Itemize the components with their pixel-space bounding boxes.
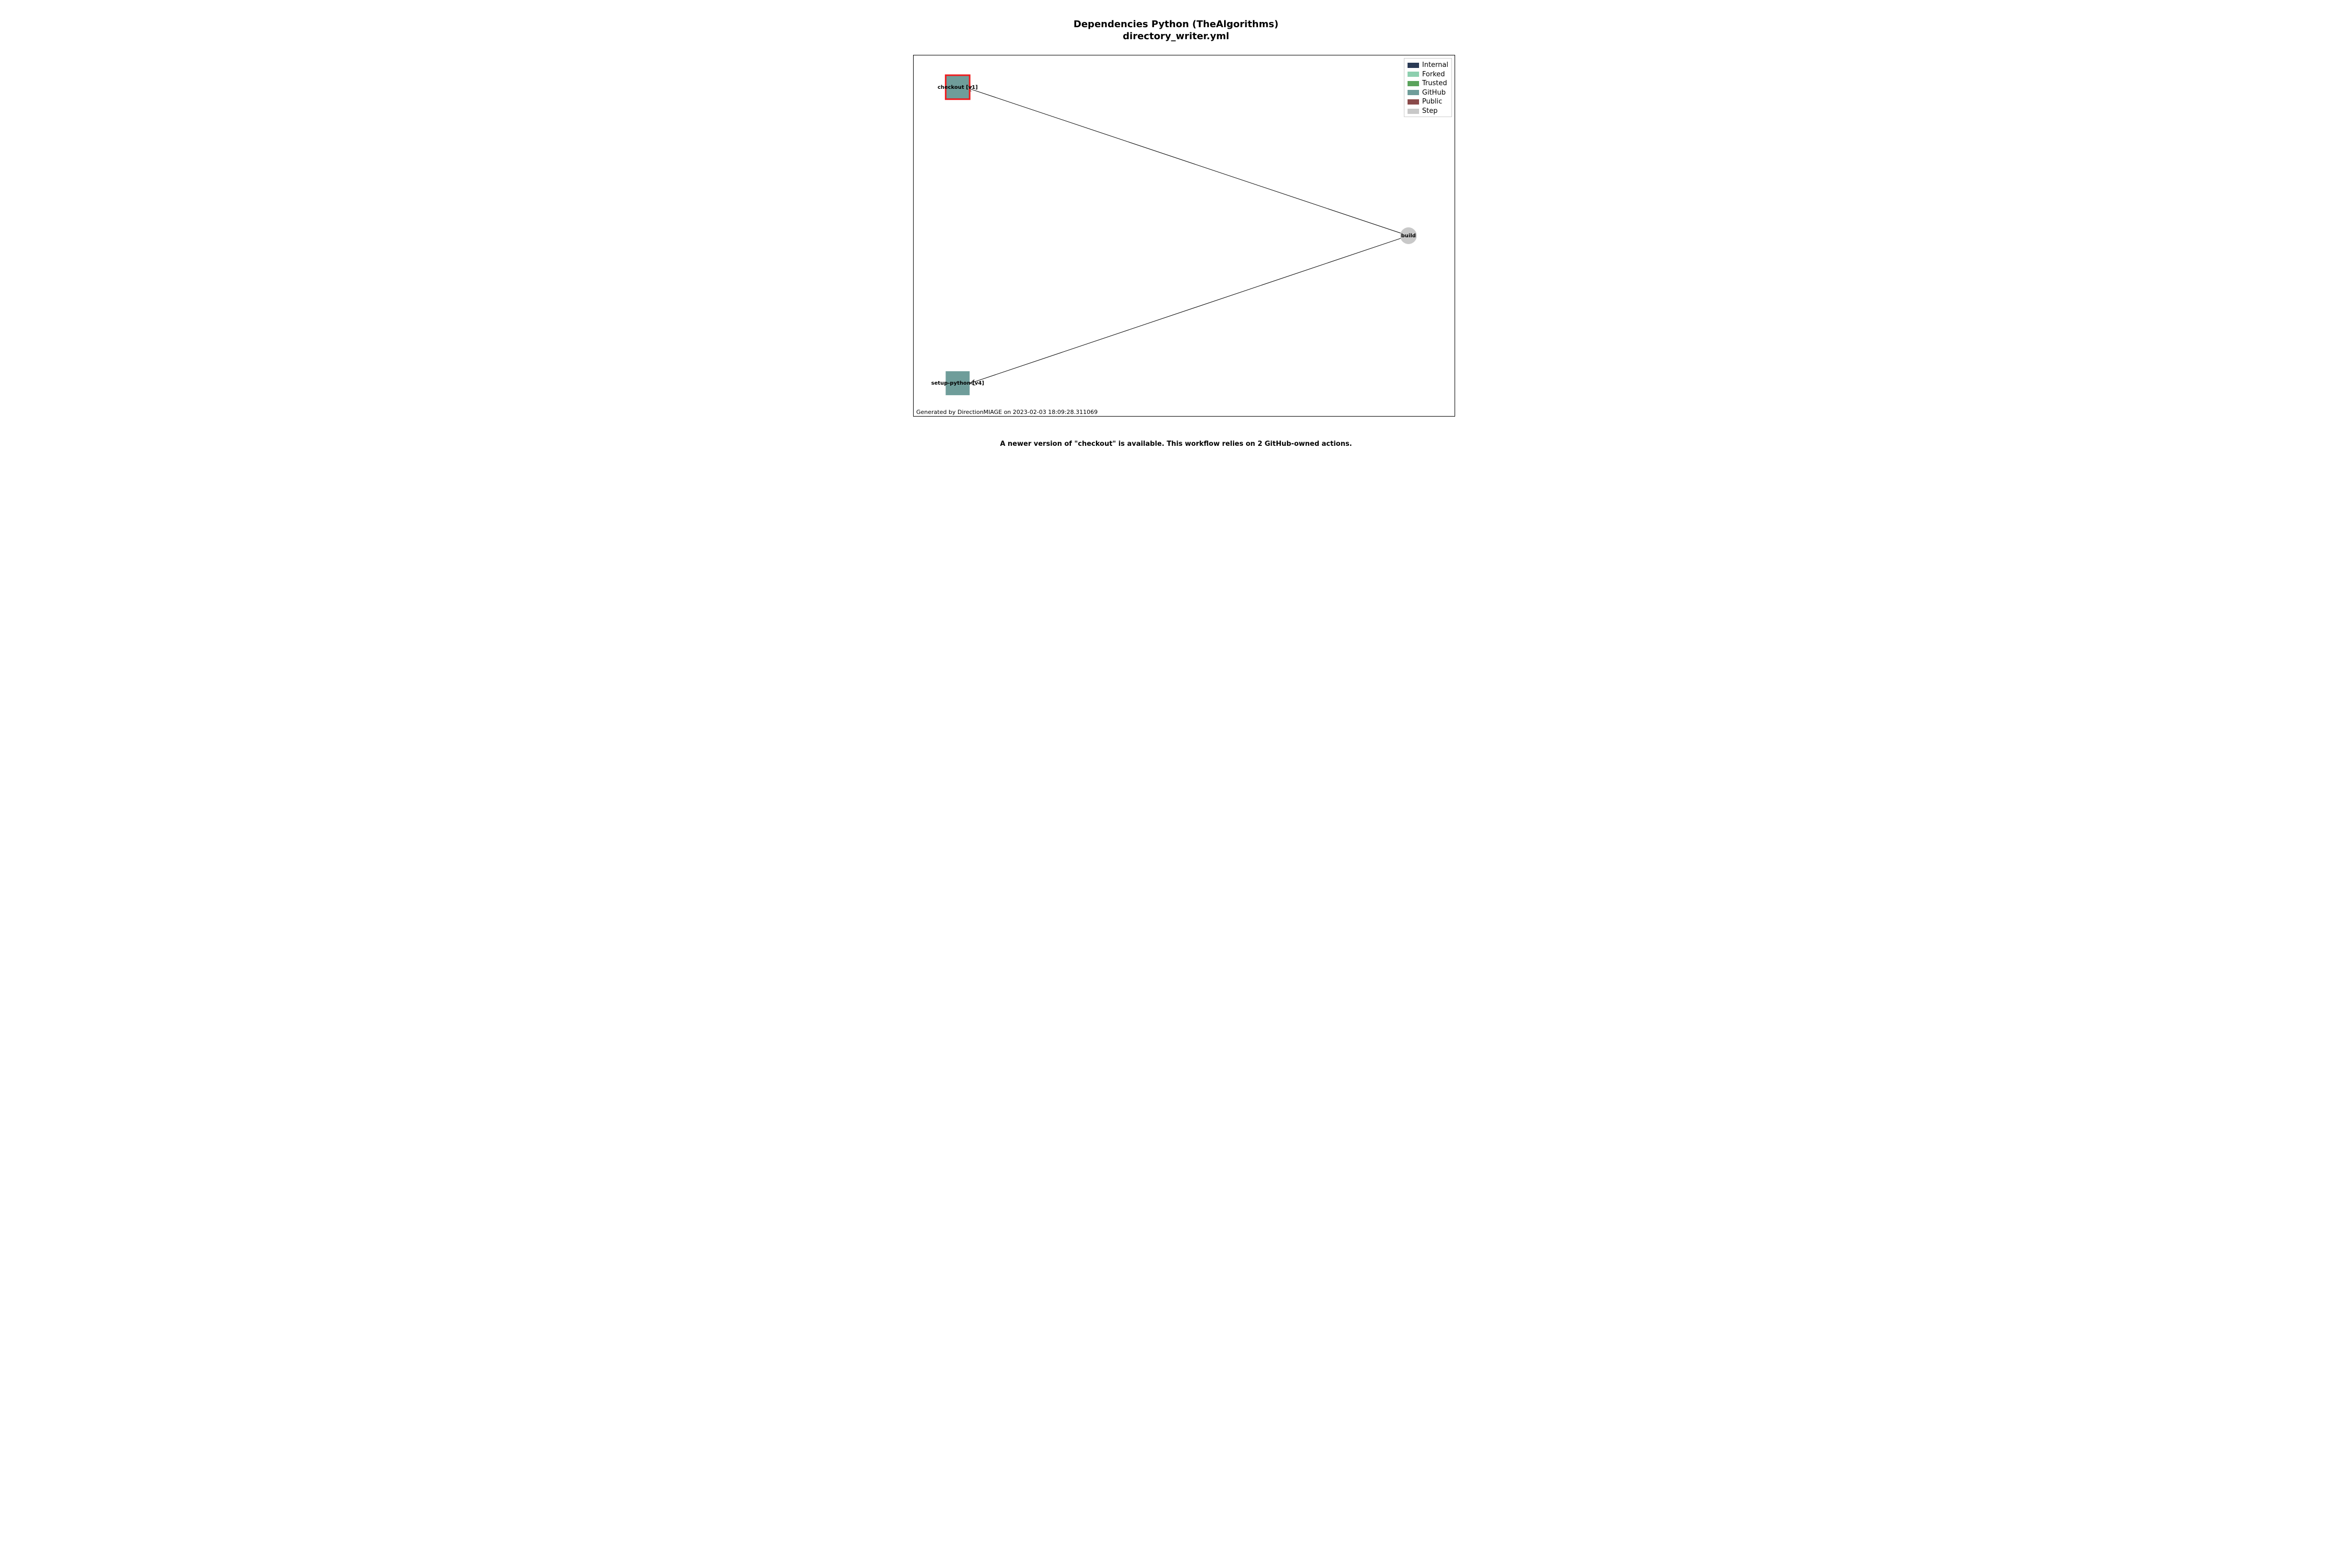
generated-by-footer: Generated by DirectionMIAGE on 2023-02-0… (916, 409, 1098, 416)
dependency-graph: checkout [v1] setup-python [v4] build (914, 55, 1455, 416)
figure-caption: A newer version of "checkout" is availab… (823, 440, 1529, 448)
legend: Internal Forked Trusted GitHub Public St… (1404, 58, 1452, 117)
title-line-2: directory_writer.yml (823, 31, 1529, 43)
edge-build-checkout (968, 88, 1409, 236)
node-label: setup-python [v4] (931, 381, 984, 386)
legend-label: GitHub (1422, 88, 1446, 98)
legend-label: Step (1422, 107, 1438, 116)
legend-label: Trusted (1422, 79, 1447, 88)
legend-item: Step (1408, 107, 1448, 116)
legend-item: GitHub (1408, 88, 1448, 98)
node-label: checkout [v1] (938, 85, 978, 90)
node-checkout: checkout [v1] (938, 75, 978, 99)
legend-label: Internal (1422, 61, 1448, 70)
legend-label: Public (1422, 97, 1442, 107)
legend-swatch (1408, 99, 1419, 105)
legend-swatch (1408, 63, 1419, 68)
legend-item: Forked (1408, 70, 1448, 79)
figure-title: Dependencies Python (TheAlgorithms) dire… (823, 19, 1529, 42)
legend-label: Forked (1422, 70, 1445, 79)
node-label: build (1401, 233, 1416, 239)
edges (968, 87, 1409, 385)
legend-swatch (1408, 81, 1419, 86)
legend-swatch (1408, 90, 1419, 95)
node-build: build (1400, 227, 1417, 244)
legend-item: Internal (1408, 61, 1448, 70)
plot-frame: checkout [v1] setup-python [v4] build In… (913, 55, 1455, 417)
edge-build-setup-python (970, 236, 1409, 383)
figure-page: Dependencies Python (TheAlgorithms) dire… (823, 0, 1529, 470)
legend-item: Trusted (1408, 79, 1448, 88)
legend-swatch (1408, 72, 1419, 77)
title-line-1: Dependencies Python (TheAlgorithms) (823, 19, 1529, 31)
node-setup-python: setup-python [v4] (931, 371, 984, 395)
legend-item: Public (1408, 97, 1448, 107)
legend-swatch (1408, 109, 1419, 114)
